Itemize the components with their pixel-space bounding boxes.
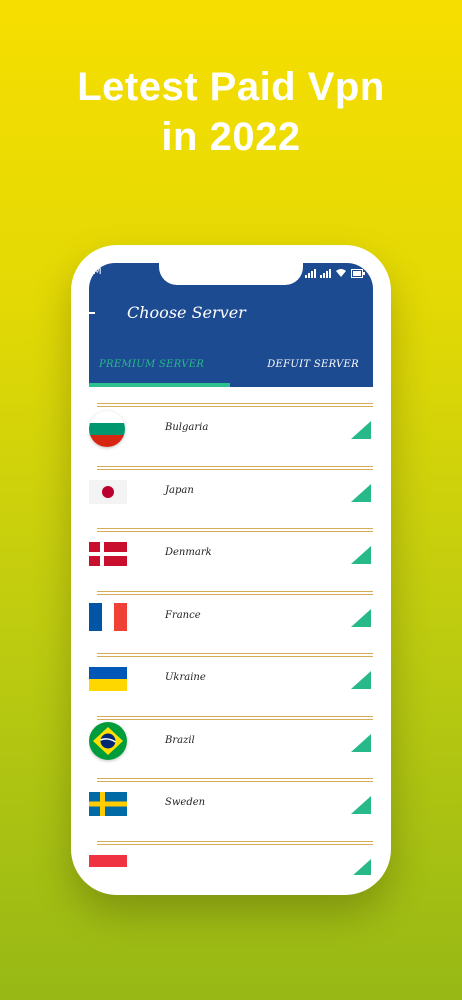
ukraine-flag-icon	[89, 667, 127, 691]
server-item-sweden[interactable]: Sweden	[89, 762, 373, 825]
divider	[97, 468, 373, 470]
promo-headline: Letest Paid Vpn in 2022	[0, 62, 462, 162]
server-item-partial[interactable]	[89, 825, 373, 875]
phone-notch	[159, 263, 303, 285]
wifi-icon	[336, 269, 346, 277]
divider	[97, 531, 373, 532]
divider	[97, 781, 373, 782]
divider	[97, 465, 373, 467]
status-bar-left: M	[93, 266, 102, 277]
tab-default-server[interactable]: DEFUIT SERVER	[267, 359, 359, 370]
divider	[97, 653, 373, 654]
headline-line-2: in 2022	[161, 115, 301, 159]
sweden-flag-icon	[89, 792, 127, 816]
signal-strength-icon	[351, 483, 371, 502]
app-bar: M Choose Server PREMIUM SERVER DEFUIT SE…	[89, 263, 373, 387]
server-item-france[interactable]: France	[89, 575, 373, 638]
app-screen: M Choose Server PREMIUM SERVER DEFUIT SE…	[89, 263, 373, 875]
signal-strength-icon	[351, 796, 371, 814]
headline-line-1: Letest Paid Vpn	[77, 65, 385, 109]
tab-premium-server[interactable]: PREMIUM SERVER	[99, 359, 204, 370]
cell-signal-icon	[305, 269, 316, 278]
phone-frame: M Choose Server PREMIUM SERVER DEFUIT SE…	[71, 245, 391, 895]
japan-flag-icon	[89, 479, 127, 504]
server-item-denmark[interactable]: Denmark	[89, 512, 373, 575]
signal-strength-icon	[351, 546, 371, 564]
server-item-japan[interactable]: Japan	[89, 450, 373, 513]
bulgaria-flag-icon	[89, 411, 125, 447]
back-icon[interactable]	[89, 312, 95, 314]
cell-signal-icon-2	[320, 269, 331, 278]
divider	[97, 593, 373, 595]
signal-strength-icon	[351, 733, 371, 752]
signal-strength-icon	[351, 671, 371, 689]
server-item-brazil[interactable]: Brazil	[89, 700, 373, 763]
divider	[97, 718, 373, 720]
divider	[97, 528, 373, 529]
server-item-ukraine[interactable]: Ukraine	[89, 637, 373, 700]
battery-icon	[351, 269, 365, 278]
status-icons	[305, 268, 365, 278]
signal-strength-icon	[351, 608, 371, 627]
server-country-name: Sweden	[165, 797, 206, 808]
divider	[97, 406, 373, 407]
divider	[97, 590, 373, 592]
server-country-name: France	[165, 609, 201, 621]
france-flag-icon	[89, 602, 127, 631]
divider	[97, 843, 373, 845]
brazil-flag-icon	[89, 721, 127, 760]
divider	[97, 715, 373, 717]
server-country-name: Denmark	[165, 547, 212, 558]
divider	[97, 403, 373, 404]
server-country-name: Brazil	[165, 734, 195, 746]
signal-strength-icon	[351, 858, 371, 875]
server-list: Bulgaria Japan Denmark France Ukraine Br…	[89, 387, 373, 875]
denmark-flag-icon	[89, 542, 127, 566]
server-country-name: Ukraine	[165, 672, 206, 683]
divider	[97, 840, 373, 842]
divider	[97, 778, 373, 779]
page-title: Choose Server	[127, 303, 246, 322]
server-country-name: Japan	[165, 484, 194, 496]
server-country-name: Bulgaria	[165, 422, 209, 433]
singapore-flag-icon	[89, 854, 127, 875]
server-item-bulgaria[interactable]: Bulgaria	[89, 387, 373, 450]
signal-strength-icon	[351, 421, 371, 439]
divider	[97, 656, 373, 657]
